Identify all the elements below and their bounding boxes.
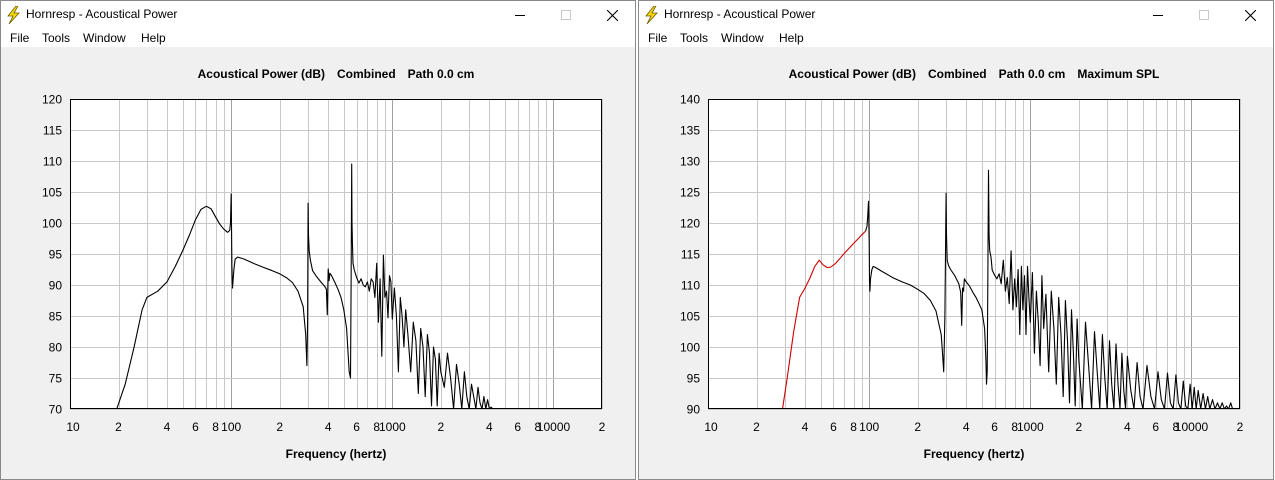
y-tick-label: 95 [687, 372, 701, 386]
close-icon [606, 9, 618, 21]
chart-title: Acoustical Power (dB) Combined Path 0.0 cm… [789, 67, 1160, 81]
y-tick-label: 120 [680, 217, 700, 231]
menu-window[interactable]: Window [721, 31, 764, 45]
x-tick-label: 4 [802, 420, 809, 434]
maximize-button[interactable] [1181, 1, 1227, 29]
chart-title-part: Acoustical Power (dB) [789, 67, 916, 81]
x-tick-label: 4 [963, 420, 970, 434]
y-tick-label: 105 [680, 310, 700, 324]
x-tick-label: 2 [1075, 420, 1082, 434]
y-tick-label: 120 [42, 93, 62, 107]
x-tick-label: 10000 [537, 420, 571, 434]
x-tick-label: 10 [704, 420, 718, 434]
y-tick-label: 110 [43, 155, 62, 169]
y-tick-label: 85 [49, 310, 63, 324]
menu-file[interactable]: File [10, 31, 29, 45]
menu-window[interactable]: Window [83, 31, 126, 45]
title-bar[interactable]: Hornresp - Acoustical Power [639, 1, 1273, 29]
y-tick-label: 90 [687, 403, 701, 417]
y-tick-label: 100 [680, 341, 700, 355]
y-tick-label: 75 [49, 372, 63, 386]
x-tick-label: 1000 [379, 420, 406, 434]
x-tick-label: 2 [753, 420, 760, 434]
acoustical-power-window-left: Hornresp - Acoustical Power File Tools W… [0, 0, 636, 480]
y-tick-label: 90 [49, 279, 63, 293]
x-tick-label: 100 [859, 420, 879, 434]
y-tick-label: 70 [49, 403, 63, 417]
x-tick-label: 2 [1237, 420, 1244, 434]
x-tick-label: 6 [514, 420, 521, 434]
chart-title-part: Combined [337, 67, 396, 81]
x-tick-label: 10 [66, 420, 80, 434]
x-tick-label: 4 [486, 420, 493, 434]
x-tick-label: 2 [276, 420, 283, 434]
x-axis-label: Frequency (hertz) [286, 447, 387, 461]
menu-file[interactable]: File [648, 31, 667, 45]
x-tick-label: 6 [830, 420, 837, 434]
x-axis-label: Frequency (hertz) [924, 447, 1025, 461]
x-tick-label: 8 [212, 420, 219, 434]
minimize-icon [515, 15, 525, 16]
menu-bar: File Tools Window Help [639, 29, 1273, 47]
x-tick-label: 2 [115, 420, 122, 434]
x-tick-label: 6 [1152, 420, 1159, 434]
window-title: Hornresp - Acoustical Power [664, 7, 816, 21]
menu-bar: File Tools Window Help [1, 29, 635, 47]
minimize-icon [1153, 15, 1163, 16]
maximize-icon [561, 10, 571, 20]
chart-title-part: Combined [928, 67, 987, 81]
y-tick-label: 115 [43, 124, 62, 138]
menu-help[interactable]: Help [141, 31, 166, 45]
x-tick-label: 6 [991, 420, 998, 434]
y-tick-label: 110 [681, 279, 700, 293]
y-tick-label: 80 [49, 341, 63, 355]
x-tick-label: 4 [164, 420, 171, 434]
y-tick-label: 95 [49, 248, 63, 262]
chart-title-part: Path 0.0 cm [999, 67, 1066, 81]
acoustical-power-chart: Acoustical Power (dB) Combined Path 0.0 cm… [42, 67, 606, 461]
title-bar[interactable]: Hornresp - Acoustical Power [1, 1, 635, 29]
y-tick-label: 130 [680, 155, 700, 169]
x-tick-label: 2 [599, 420, 606, 434]
chart-title-part: Maximum SPL [1077, 67, 1159, 81]
x-tick-label: 100 [221, 420, 241, 434]
chart-title: Acoustical Power (dB) Combined Path 0.0 cm [198, 67, 475, 81]
maximize-icon [1199, 10, 1209, 20]
y-tick-label: 105 [42, 186, 62, 200]
lightning-bolt-icon [645, 6, 658, 24]
x-tick-label: 2 [437, 420, 444, 434]
y-tick-label: 115 [681, 248, 700, 262]
minimize-button[interactable] [497, 1, 543, 29]
chart-title-part: Acoustical Power (dB) [198, 67, 325, 81]
close-button[interactable] [589, 1, 635, 29]
x-tick-label: 4 [1124, 420, 1131, 434]
y-tick-label: 140 [680, 93, 700, 107]
minimize-button[interactable] [1135, 1, 1181, 29]
window-title: Hornresp - Acoustical Power [26, 7, 178, 21]
y-tick-label: 135 [680, 124, 700, 138]
x-tick-label: 1000 [1017, 420, 1044, 434]
lightning-bolt-icon [7, 6, 20, 24]
y-tick-label: 100 [42, 217, 62, 231]
y-tick-label: 125 [680, 186, 700, 200]
x-tick-label: 8 [850, 420, 857, 434]
x-tick-label: 4 [325, 420, 332, 434]
x-tick-label: 6 [353, 420, 360, 434]
x-tick-label: 6 [192, 420, 199, 434]
acoustical-power-chart: Acoustical Power (dB) Combined Path 0.0 cm… [680, 67, 1244, 461]
close-button[interactable] [1227, 1, 1273, 29]
x-tick-label: 10000 [1175, 420, 1209, 434]
menu-tools[interactable]: Tools [680, 31, 708, 45]
menu-help[interactable]: Help [779, 31, 804, 45]
maximize-button[interactable] [543, 1, 589, 29]
chart-title-part: Path 0.0 cm [408, 67, 475, 81]
menu-tools[interactable]: Tools [42, 31, 70, 45]
acoustical-power-window-right: Hornresp - Acoustical Power File Tools W… [638, 0, 1274, 480]
x-tick-label: 2 [914, 420, 921, 434]
close-icon [1244, 9, 1256, 21]
